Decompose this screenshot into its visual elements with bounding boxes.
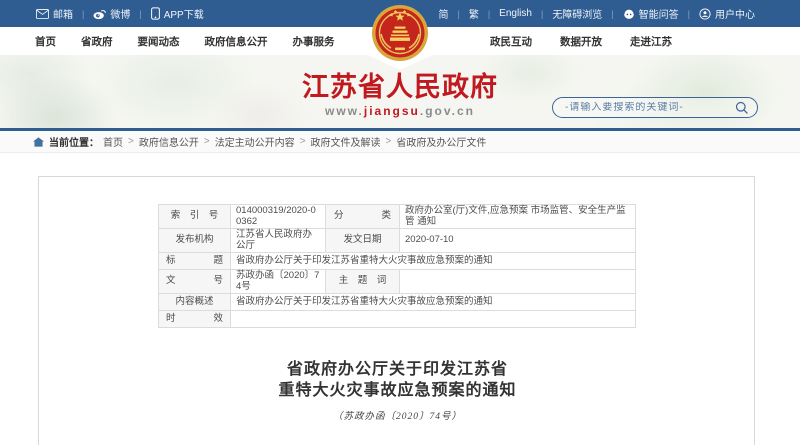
national-emblem-icon [371,4,429,62]
divider: | [82,9,84,19]
document-meta-table: 索 引 号 014000319/2020-00362 分 类 政府办公室(厅)文… [158,204,636,328]
summary-label: 内容概述 [159,294,231,311]
mail-link[interactable]: 邮箱 [36,6,73,21]
weibo-link[interactable]: 微博 [93,6,130,21]
table-row: 索 引 号 014000319/2020-00362 分 类 政府办公室(厅)文… [159,205,636,229]
app-download-link[interactable]: APP下载 [151,6,204,21]
site-url-www: www. [325,104,364,118]
divider: | [541,9,543,19]
nav-item-open-data[interactable]: 数据开放 [560,34,602,49]
search-box [552,97,758,118]
nav-item-info-disclosure[interactable]: 政府信息公开 [205,34,268,49]
breadcrumb-separator: > [300,136,306,147]
validity-label: 时 效 [159,311,231,328]
weibo-icon [93,8,106,20]
nav-left-group: 首页 省政府 要闻动态 政府信息公开 办事服务 [35,27,335,55]
category-label: 分 类 [326,205,400,229]
document-number: （苏政办函〔2020〕74号） [39,408,756,422]
table-row: 时 效 [159,311,636,328]
search-input[interactable] [565,102,735,113]
mail-label: 邮箱 [53,6,73,21]
divider: | [611,9,613,19]
content-panel: 索 引 号 014000319/2020-00362 分 类 政府办公室(厅)文… [38,176,755,445]
table-row: 发布机构 江苏省人民政府办公厅 发文日期 2020-07-10 [159,229,636,253]
smart-qa-link[interactable]: 智能问答 [623,6,679,21]
app-download-label: APP下载 [164,6,204,21]
breadcrumb-item-info-disclosure[interactable]: 政府信息公开 [139,134,199,149]
issue-date-label: 发文日期 [326,229,400,253]
smart-qa-label: 智能问答 [639,6,679,21]
user-center-link[interactable]: 用户中心 [699,6,755,21]
lang-simplified-label: 简 [438,6,448,21]
nav-item-provincial-government[interactable]: 省政府 [81,34,113,49]
table-row: 标 题 省政府办公厅关于印发江苏省重特大火灾事故应急预案的通知 [159,253,636,270]
breadcrumb-item-office-documents[interactable]: 省政府及办公厅文件 [396,134,486,149]
lang-english-label: English [499,8,532,19]
breadcrumb-item-statutory-content[interactable]: 法定主动公开内容 [215,134,295,149]
robot-icon [623,8,635,20]
index-number-label: 索 引 号 [159,205,231,229]
index-number-value: 014000319/2020-00362 [231,205,326,229]
accessibility-label: 无障碍浏览 [552,6,602,21]
nav-right-group: 政民互动 数据开放 走进江苏 [490,27,672,55]
nav-item-interaction[interactable]: 政民互动 [490,34,532,49]
issuing-agency-value: 江苏省人民政府办公厅 [231,229,326,253]
mail-icon [36,9,49,19]
divider: | [488,9,490,19]
user-center-label: 用户中心 [715,6,755,21]
nav-item-services[interactable]: 办事服务 [293,34,335,49]
user-icon [699,8,711,20]
document-heading: 省政府办公厅关于印发江苏省 重特大火灾事故应急预案的通知 （苏政办函〔2020〕… [39,359,756,422]
search-icon[interactable] [735,101,749,115]
divider: | [457,9,459,19]
lang-simplified-link[interactable]: 简 [438,6,448,21]
home-icon [33,137,44,147]
phone-icon [151,7,160,20]
category-value: 政府办公室(厅)文件,应急预案 市场监管、安全生产监管 通知 [400,205,636,229]
lang-traditional-label: 繁 [469,6,479,21]
breadcrumb-separator: > [128,136,134,147]
nav-item-about-jiangsu[interactable]: 走进江苏 [630,34,672,49]
accessibility-link[interactable]: 无障碍浏览 [552,6,602,21]
lang-english-link[interactable]: English [499,8,532,19]
table-row: 内容概述 省政府办公厅关于印发江苏省重特大火灾事故应急预案的通知 [159,294,636,311]
site-url-suffix: .gov.cn [420,104,475,118]
table-row: 文 号 苏政办函〔2020〕74号 主 题 词 [159,270,636,294]
summary-value: 省政府办公厅关于印发江苏省重特大火灾事故应急预案的通知 [231,294,636,311]
doc-number-label: 文 号 [159,270,231,294]
validity-value [231,311,636,328]
title-label: 标 题 [159,253,231,270]
breadcrumb-item-home[interactable]: 首页 [103,134,123,149]
issue-date-value: 2020-07-10 [400,229,636,253]
breadcrumb-separator: > [204,136,210,147]
weibo-label: 微博 [110,6,130,21]
breadcrumb-item-documents[interactable]: 政府文件及解读 [311,134,381,149]
lang-traditional-link[interactable]: 繁 [469,6,479,21]
topbar-right-group: 简 | 繁 | English | 无障碍浏览 | 智能问答 | 用户中心 [438,0,755,27]
breadcrumb: 当前位置： 首页 > 政府信息公开 > 法定主动公开内容 > 政府文件及解读 >… [0,131,800,153]
document-title-line2: 重特大火灾事故应急预案的通知 [39,380,756,401]
title-value: 省政府办公厅关于印发江苏省重特大火灾事故应急预案的通知 [231,253,636,270]
breadcrumb-separator: > [386,136,392,147]
issuing-agency-label: 发布机构 [159,229,231,253]
doc-number-value: 苏政办函〔2020〕74号 [231,270,326,294]
keyword-value [400,270,636,294]
nav-item-news[interactable]: 要闻动态 [138,34,180,49]
nav-item-home[interactable]: 首页 [35,34,56,49]
document-title-line1: 省政府办公厅关于印发江苏省 [39,359,756,380]
site-url-domain: jiangsu [364,104,420,118]
divider: | [688,9,690,19]
keyword-label: 主 题 词 [326,270,400,294]
topbar-left-group: 邮箱 | 微博 | APP下载 [36,0,204,27]
divider: | [139,9,141,19]
breadcrumb-label: 当前位置： [49,134,99,149]
